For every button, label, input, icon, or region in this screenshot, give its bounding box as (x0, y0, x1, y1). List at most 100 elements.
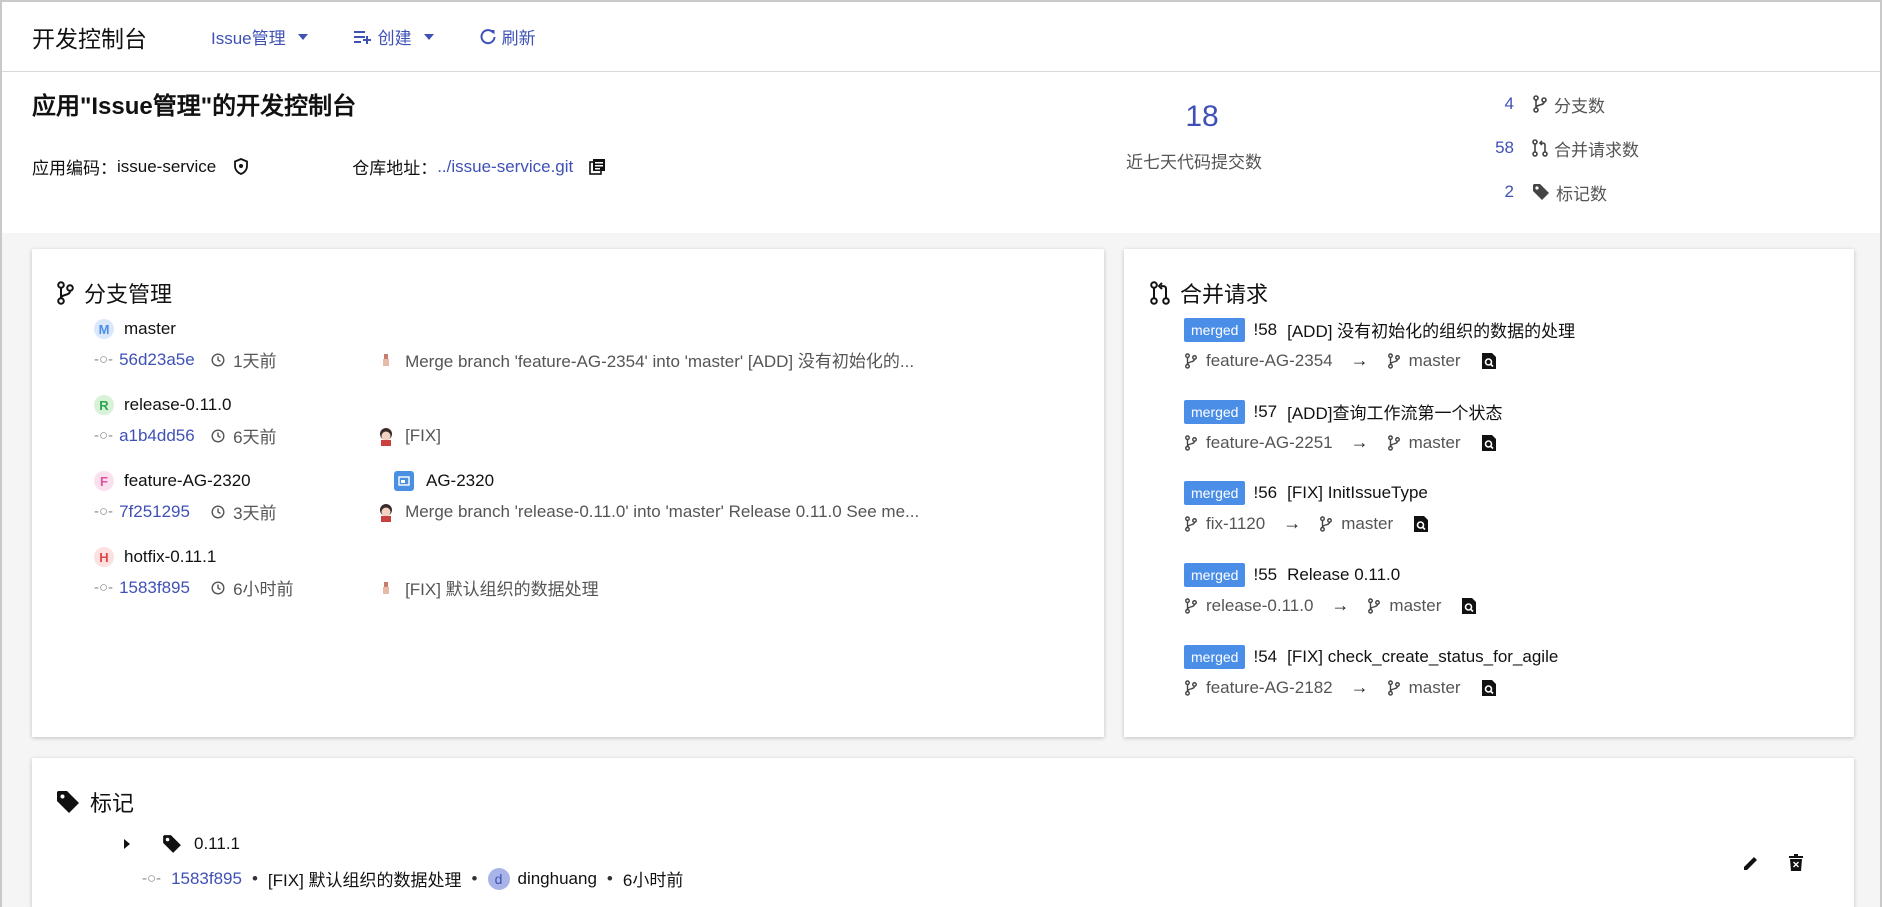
commit-time: 6小时前 (233, 580, 294, 599)
playlist-add-icon (353, 29, 372, 45)
view-file-icon[interactable] (1481, 434, 1497, 452)
commit-sha[interactable]: 56d23a5e (119, 350, 211, 370)
merge-request-title[interactable]: [ADD] 没有初始化的组织的数据的处理 (1287, 317, 1575, 342)
branch-item[interactable]: R release-0.11.0 -○- a1b4dd56 6天前 [FIX] (94, 395, 919, 471)
commit-icon: -○- (94, 503, 114, 520)
merge-request-title[interactable]: [FIX] InitIssueType (1287, 483, 1428, 503)
user-avatar-icon (375, 425, 397, 447)
branch-icon (1387, 352, 1401, 370)
create-dropdown[interactable]: 创建 (353, 24, 434, 49)
merge-request-title[interactable]: Release 0.11.0 (1287, 565, 1400, 585)
tag-commit-detail: -○- 1583f895 • [FIX] 默认组织的数据处理 • d dingh… (142, 866, 683, 891)
commit-icon: -○- (94, 427, 114, 444)
source-branch: release-0.11.0 (1206, 595, 1314, 615)
view-file-icon[interactable] (1481, 679, 1497, 697)
tag-icon (56, 790, 80, 814)
repo-stats: 4 分支数 58 合并请求数 2 标记数 (1472, 82, 1639, 214)
view-file-icon[interactable] (1481, 352, 1497, 370)
merge-request-card: 合并请求 merged !58 [ADD] 没有初始化的组织的数据的处理 fea… (1124, 249, 1854, 737)
branch-icon (1184, 679, 1198, 697)
commit-message: Merge branch 'feature-AG-2354' into 'mas… (405, 352, 915, 371)
commit-time: 1天前 (233, 352, 277, 371)
view-file-icon[interactable] (1413, 515, 1429, 533)
branch-icon (1387, 434, 1401, 452)
arrow-right-icon: → (1283, 513, 1302, 533)
clock-icon (211, 504, 225, 519)
commit-message: [FIX] 默认组织的数据处理 (405, 580, 599, 599)
commit-sha[interactable]: 1583f895 (119, 578, 211, 598)
edit-icon[interactable] (1742, 854, 1760, 872)
clock-icon (211, 352, 225, 367)
merge-request-id: !58 (1253, 319, 1278, 339)
tag-card-heading: 标记 (90, 791, 135, 816)
branch-card-heading: 分支管理 (84, 282, 173, 307)
caret-down-icon (297, 33, 308, 40)
copy-icon[interactable] (589, 158, 606, 175)
commit-sha[interactable]: a1b4dd56 (119, 426, 211, 446)
commit-message: [FIX] 默认组织的数据处理 (267, 871, 462, 890)
merge-state-badge: merged (1184, 317, 1246, 342)
merge-request-item[interactable]: merged !58 [ADD] 没有初始化的组织的数据的处理 feature-… (1184, 317, 1575, 399)
merge-request-title[interactable]: [ADD]查询工作流第一个状态 (1287, 399, 1502, 424)
repo-link[interactable]: ../issue-service.git (437, 157, 573, 177)
app-code-label: 应用编码： (32, 159, 117, 178)
merge-request-id: !55 (1253, 565, 1278, 584)
merge-request-card-title: 合并请求 (1150, 277, 1268, 309)
branch-count: 4 (1504, 94, 1514, 113)
commit-sha[interactable]: 7f251295 (119, 502, 211, 522)
merge-state-badge: merged (1184, 399, 1246, 424)
branch-name[interactable]: master (124, 319, 176, 339)
refresh-button[interactable]: 刷新 (480, 24, 536, 49)
tag-icon (1532, 183, 1550, 201)
commit-sha[interactable]: 1583f895 (171, 869, 242, 889)
linked-issue[interactable]: AG-2320 (394, 471, 494, 491)
branch-type-badge: F (94, 471, 114, 491)
merge-state-badge: merged (1184, 481, 1246, 505)
tag-actions (1742, 854, 1804, 872)
branch-icon (56, 281, 74, 305)
user-avatar-icon (375, 349, 397, 371)
delete-icon[interactable] (1788, 854, 1804, 872)
issue-app-dropdown[interactable]: Issue管理 (211, 24, 308, 49)
merge-state-badge: merged (1184, 645, 1246, 669)
issue-icon (394, 471, 414, 491)
merge-request-count-label: 合并请求数 (1554, 140, 1639, 160)
separator-dot: • (606, 868, 613, 888)
merge-request-item[interactable]: merged !56 [FIX] InitIssueType fix-1120 … (1184, 481, 1575, 563)
expand-arrow-icon[interactable] (122, 838, 132, 850)
branch-icon (1184, 597, 1198, 615)
branch-item[interactable]: M master -○- 56d23a5e 1天前 Merge branch '… (94, 319, 919, 395)
branch-name[interactable]: release-0.11.0 (124, 395, 231, 415)
caret-down-icon (423, 33, 434, 40)
refresh-icon (480, 28, 496, 45)
branch-icon (1184, 352, 1198, 370)
merge-request-icon (1532, 139, 1548, 157)
tag-name: 0.11.1 (194, 834, 241, 853)
branch-item[interactable]: F feature-AG-2320 AG-2320 -○- 7f251295 3… (94, 471, 919, 547)
merge-request-title[interactable]: [FIX] check_create_status_for_agile (1287, 647, 1558, 667)
target-branch: master (1408, 677, 1461, 697)
merge-request-item[interactable]: merged !54 [FIX] check_create_status_for… (1184, 645, 1575, 727)
user-avatar-icon (375, 577, 397, 599)
weekly-commit-stat: 18 近七天代码提交数 (1126, 100, 1272, 173)
branch-card: 分支管理 M master -○- 56d23a5e 1天前 Merge bra… (32, 249, 1104, 737)
merge-request-id: !56 (1253, 483, 1278, 502)
user-avatar-icon (375, 501, 397, 523)
merge-request-id: !57 (1253, 401, 1278, 421)
branch-item[interactable]: H hotfix-0.11.1 -○- 1583f895 6小时前 [FIX] … (94, 547, 919, 623)
stat-branches: 4 分支数 (1472, 82, 1639, 126)
app-code-value: issue-service (117, 156, 217, 176)
branch-icon (1319, 515, 1333, 533)
tag-item[interactable]: 0.11.1 (122, 834, 240, 854)
merge-request-item[interactable]: merged !55 Release 0.11.0 release-0.11.0… (1184, 563, 1575, 645)
merge-request-card-heading: 合并请求 (1180, 282, 1269, 307)
target-branch: master (1408, 432, 1461, 452)
tag-author: dinghuang (517, 868, 597, 888)
tag-count-label: 标记数 (1556, 184, 1607, 204)
view-file-icon[interactable] (1461, 597, 1477, 615)
branch-icon (1367, 597, 1381, 615)
branch-name[interactable]: hotfix-0.11.1 (124, 547, 216, 567)
branch-name[interactable]: feature-AG-2320 (124, 471, 251, 491)
refresh-label: 刷新 (501, 29, 536, 48)
merge-request-item[interactable]: merged !57 [ADD]查询工作流第一个状态 feature-AG-22… (1184, 399, 1575, 481)
